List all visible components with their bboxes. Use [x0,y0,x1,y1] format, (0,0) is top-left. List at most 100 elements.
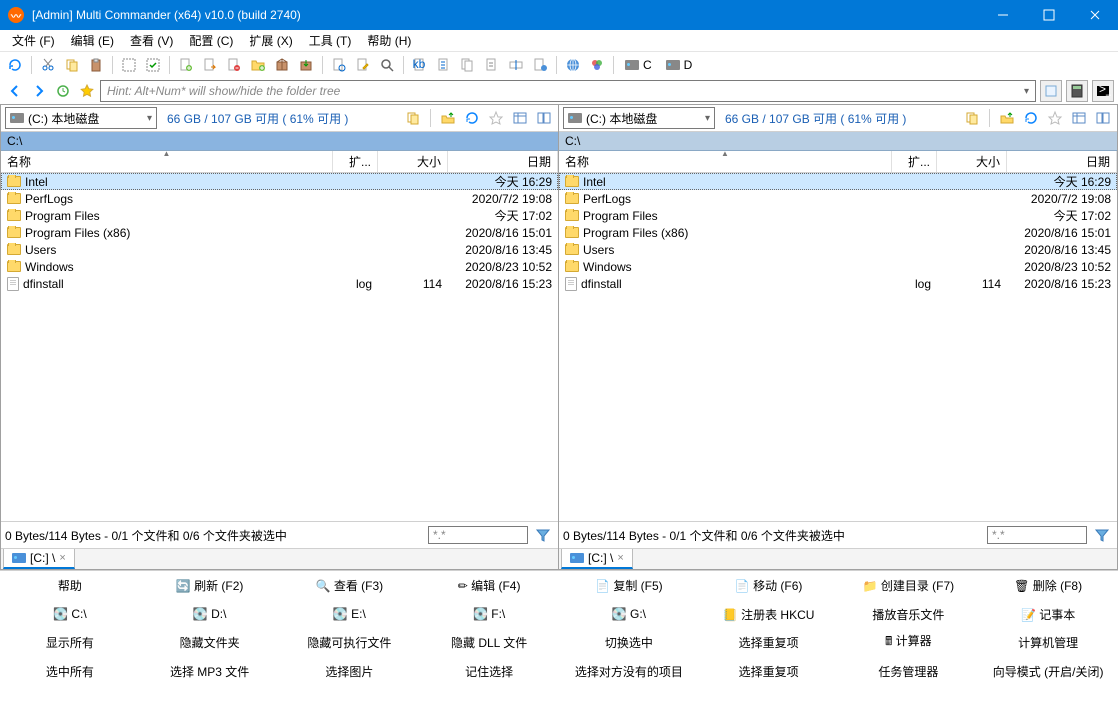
grid-button[interactable]: 播放音乐文件 [839,600,979,629]
tab-close-icon[interactable]: × [617,552,623,564]
grid-button[interactable]: 任务管理器 [839,657,979,686]
panel-tab[interactable]: [C:] \× [3,549,75,569]
file-row[interactable]: dfinstalllog1142020/8/16 15:23 [559,275,1117,292]
grid-button[interactable]: 选择图片 [280,657,420,686]
panel-view-icon[interactable] [1069,108,1089,128]
grid-button[interactable]: 选中所有 [0,657,140,686]
grid-button[interactable]: 🖩 计算器 [839,629,979,658]
file-row[interactable]: Windows2020/8/23 10:52 [559,258,1117,275]
menu-extensions[interactable]: 扩展 (X) [241,30,300,51]
grid-button[interactable]: 🗑 删除 (F8) [978,571,1118,600]
menu-tools[interactable]: 工具 (T) [301,30,360,51]
copy-file-icon[interactable] [175,54,197,76]
grid-button[interactable]: 隐藏可执行文件 [280,629,420,658]
file-row[interactable]: Users2020/8/16 13:45 [1,241,558,258]
col-date[interactable]: 日期 [1007,151,1117,172]
menu-help[interactable]: 帮助 (H) [359,30,419,51]
filter-input[interactable] [428,526,528,544]
grid-button[interactable]: 记住选择 [419,657,559,686]
grid-button[interactable]: 💽 C:\ [0,600,140,629]
grid-button[interactable]: 隐藏文件夹 [140,629,280,658]
lang-icon[interactable] [562,54,584,76]
grid-button[interactable]: 向导模式 (开启/关闭) [978,657,1118,686]
grid-button[interactable]: 🔍 查看 (F3) [280,571,420,600]
filter-input[interactable] [987,526,1087,544]
grid-button[interactable]: ✏ 编辑 (F4) [419,571,559,600]
toolbar-drive-d[interactable]: D [660,58,699,72]
grid-button[interactable]: 📄 移动 (F6) [699,571,839,600]
panel-refresh-icon[interactable] [1021,108,1041,128]
menu-config[interactable]: 配置 (C) [181,30,241,51]
panel-view-icon[interactable] [510,108,530,128]
nav-cmd-icon[interactable]: >_ [1092,80,1114,102]
panel-filter-icon[interactable] [486,108,506,128]
rename-icon[interactable] [505,54,527,76]
menu-edit[interactable]: 编辑 (E) [63,30,122,51]
nav-calc-icon[interactable] [1066,80,1088,102]
grid-button[interactable]: 选择对方没有的项目 [559,657,699,686]
drive-selector[interactable]: (C:) 本地磁盘 [563,107,715,129]
grid-button[interactable]: 📄 复制 (F5) [559,571,699,600]
select-all-icon[interactable] [142,54,164,76]
file-row[interactable]: Program Files今天 17:02 [1,207,558,224]
toolbar-drive-c[interactable]: C [619,58,658,72]
panel-copy-icon[interactable] [962,108,982,128]
grid-button[interactable]: 切换选中 [559,629,699,658]
properties-icon[interactable] [529,54,551,76]
grid-button[interactable]: 选择重复项 [699,629,839,658]
forward-button[interactable] [28,80,50,102]
select-icon[interactable] [118,54,140,76]
grid-button[interactable]: 隐藏 DLL 文件 [419,629,559,658]
file-row[interactable]: Program Files (x86)2020/8/16 15:01 [559,224,1117,241]
file-row[interactable]: PerfLogs2020/7/2 19:08 [1,190,558,207]
right-file-list[interactable]: Intel今天 16:29PerfLogs2020/7/2 19:08 Progr… [559,173,1117,521]
col-size[interactable]: 大小 [378,151,448,172]
copy-name-icon[interactable] [481,54,503,76]
delete-icon[interactable] [223,54,245,76]
copy-path-icon[interactable] [457,54,479,76]
grid-button[interactable]: 📒 注册表 HKCU [699,600,839,629]
search-icon[interactable] [376,54,398,76]
col-date[interactable]: 日期 [448,151,558,172]
panel-copy-icon[interactable] [403,108,423,128]
file-row[interactable]: dfinstalllog1142020/8/16 15:23 [1,275,558,292]
unpack-icon[interactable] [295,54,317,76]
grid-button[interactable]: 🔄 刷新 (F2) [140,571,280,600]
new-folder-icon[interactable] [247,54,269,76]
col-name[interactable]: 名称▲ [1,151,333,172]
edit-icon[interactable] [352,54,374,76]
history-button[interactable] [52,80,74,102]
paste-path-icon[interactable] [433,54,455,76]
back-button[interactable] [4,80,26,102]
colors-icon[interactable] [586,54,608,76]
funnel-icon[interactable] [532,524,554,546]
grid-button[interactable]: 📁 创建目录 (F7) [839,571,979,600]
panel-up-icon[interactable] [997,108,1017,128]
minimize-button[interactable] [980,0,1026,30]
copy-icon[interactable] [61,54,83,76]
col-name[interactable]: 名称▲ [559,151,892,172]
grid-button[interactable]: 📝 记事本 [978,600,1118,629]
path-bar[interactable]: C:\ [1,132,558,151]
panel-up-icon[interactable] [438,108,458,128]
col-ext[interactable]: 扩... [333,151,378,172]
file-row[interactable]: PerfLogs2020/7/2 19:08 [559,190,1117,207]
grid-button[interactable]: 帮助 [0,571,140,600]
file-row[interactable]: Windows2020/8/23 10:52 [1,258,558,275]
panel-refresh-icon[interactable] [462,108,482,128]
path-bar[interactable]: C:\ [559,132,1117,151]
view-icon[interactable] [328,54,350,76]
menu-view[interactable]: 查看 (V) [122,30,181,51]
funnel-icon[interactable] [1091,524,1113,546]
file-row[interactable]: Program Files (x86)2020/8/16 15:01 [1,224,558,241]
cut-icon[interactable] [37,54,59,76]
file-row[interactable]: Intel今天 16:29 [559,173,1117,190]
col-size[interactable]: 大小 [937,151,1007,172]
panel-tab[interactable]: [C:] \× [561,549,633,569]
grid-button[interactable]: 选择重复项 [699,657,839,686]
grid-button[interactable]: 💽 E:\ [280,600,420,629]
close-button[interactable] [1072,0,1118,30]
paste-icon[interactable] [85,54,107,76]
maximize-button[interactable] [1026,0,1072,30]
col-ext[interactable]: 扩... [892,151,937,172]
